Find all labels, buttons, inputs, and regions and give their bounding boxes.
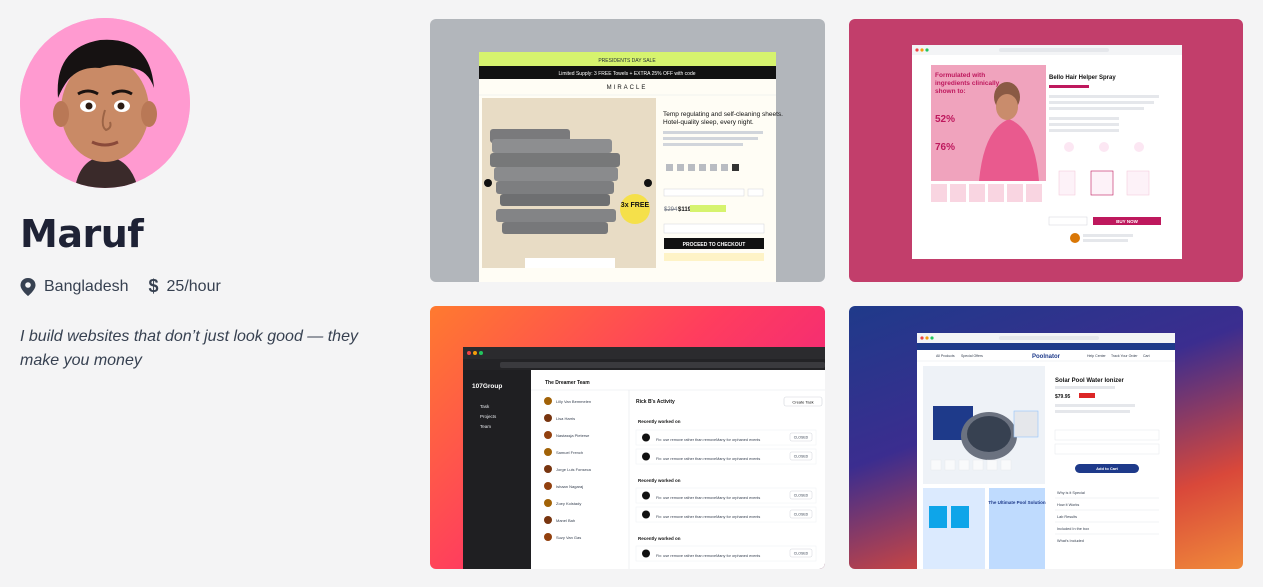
miracle-price-old: $294	[664, 207, 678, 213]
svg-text:Fix: use remove rather than re: Fix: use remove rather than removeMany f…	[656, 554, 760, 558]
svg-text:BUY NOW: BUY NOW	[1116, 219, 1138, 224]
dreamer-nav-task: Task	[480, 404, 490, 409]
location-pin-icon	[20, 277, 36, 296]
svg-text:PROCEED TO CHECKOUT: PROCEED TO CHECKOUT	[683, 242, 746, 248]
svg-text:CLOSED: CLOSED	[794, 552, 809, 556]
poolnator-side-banner: The Ultimate Pool Solution	[988, 500, 1046, 505]
bello-stat-1: 52%	[935, 114, 955, 125]
svg-text:Recently worked on: Recently worked on	[638, 478, 681, 483]
miracle-banner-sub: Limited Supply: 3 FREE Towels + EXTRA 25…	[558, 71, 695, 77]
project-screenshot-dreamer: 107Group Task Projects Team The Dreamer …	[463, 347, 825, 569]
dreamer-brand: 107Group	[472, 383, 502, 390]
bello-stat-2: 76%	[935, 142, 955, 153]
svg-text:Create Task: Create Task	[792, 400, 813, 405]
svg-text:Recently worked on: Recently worked on	[638, 536, 681, 541]
svg-text:Why is it Special: Why is it Special	[1057, 491, 1085, 495]
svg-text:CLOSED: CLOSED	[794, 494, 809, 498]
svg-text:Samuel French: Samuel French	[556, 450, 583, 455]
project-card-dreamer[interactable]: 107Group Task Projects Team The Dreamer …	[430, 306, 825, 569]
miracle-badge: 3x FREE	[621, 202, 650, 209]
dreamer-nav-team: Team	[480, 424, 491, 429]
dreamer-nav-projects: Projects	[480, 414, 497, 419]
location-text: Bangladesh	[44, 277, 129, 295]
svg-text:Special Offers: Special Offers	[961, 354, 983, 358]
project-screenshot-poolnator: All Products Special Offers Poolnator He…	[917, 333, 1175, 569]
avatar	[20, 18, 190, 188]
miracle-brand: MIRACLE	[607, 85, 648, 91]
project-card-poolnator[interactable]: All Products Special Offers Poolnator He…	[849, 306, 1243, 569]
svg-text:CLOSED: CLOSED	[794, 455, 809, 459]
svg-text:What's Included: What's Included	[1057, 539, 1084, 543]
location: Bangladesh	[20, 277, 129, 296]
bello-headline: Formulated with	[935, 72, 985, 79]
svg-text:Hotel-quality sleep, every nig: Hotel-quality sleep, every night.	[663, 119, 754, 126]
svg-text:ingredients clinically: ingredients clinically	[935, 80, 1000, 87]
profile-name: Maruf	[20, 212, 144, 256]
svg-text:How it Works: How it Works	[1057, 503, 1079, 507]
svg-text:Cart: Cart	[1143, 354, 1150, 358]
poolnator-brand: Poolnator	[1032, 354, 1061, 360]
miracle-price-new: $119	[678, 207, 692, 213]
svg-text:Lisa Harris: Lisa Harris	[556, 416, 575, 421]
bello-product-title: Bello Hair Helper Spray	[1049, 75, 1116, 81]
svg-text:shown to:: shown to:	[935, 88, 966, 95]
miracle-banner-top: PRESIDENTS DAY SALE	[598, 58, 656, 64]
svg-text:Lilly Van Bemmelen: Lilly Van Bemmelen	[556, 399, 591, 404]
project-screenshot-bello: Formulated with ingredients clinically s…	[912, 45, 1182, 259]
rate-text: 25/hour	[166, 277, 221, 295]
svg-text:Fix: use remove rather than re: Fix: use remove rather than removeMany f…	[656, 438, 760, 442]
project-screenshot-miracle: PRESIDENTS DAY SALE Limited Supply: 3 FR…	[479, 52, 783, 282]
svg-text:Jorge Luis Fonseca: Jorge Luis Fonseca	[556, 467, 592, 472]
poolnator-product-title: Solar Pool Water Ionizer	[1055, 378, 1124, 384]
project-card-bello[interactable]: Formulated with ingredients clinically s…	[849, 19, 1243, 282]
dreamer-activity-title: Rick B's Activity	[636, 399, 675, 405]
svg-text:Track Your Order: Track Your Order	[1111, 354, 1138, 358]
svg-text:Help Center: Help Center	[1087, 354, 1107, 358]
svg-text:Add to Cart: Add to Cart	[1096, 466, 1118, 471]
svg-text:Nastassja Pieterse: Nastassja Pieterse	[556, 433, 590, 438]
miracle-heading: Temp regulating and self-cleaning sheets…	[663, 111, 783, 118]
svg-text:CLOSED: CLOSED	[794, 513, 809, 517]
svg-text:Fix: use remove rather than re: Fix: use remove rather than removeMany f…	[656, 457, 760, 461]
dreamer-section-1: Recently worked on	[638, 419, 681, 424]
avatar-portrait	[20, 18, 190, 188]
svg-text:Manel Bah: Manel Bah	[556, 518, 575, 523]
svg-text:Fix: use remove rather than re: Fix: use remove rather than removeMany f…	[656, 496, 760, 500]
svg-text:Suzy Van Gas: Suzy Van Gas	[556, 535, 581, 540]
profile-panel: Maruf Bangladesh $ 25/hour I build websi…	[20, 18, 400, 373]
hourly-rate: $ 25/hour	[149, 276, 221, 297]
svg-text:Zoey Kolstady: Zoey Kolstady	[556, 501, 581, 506]
svg-text:Fix: use remove rather than re: Fix: use remove rather than removeMany f…	[656, 515, 760, 519]
svg-text:CLOSED: CLOSED	[794, 436, 809, 440]
profile-meta: Bangladesh $ 25/hour	[20, 276, 400, 297]
svg-text:Included In the box: Included In the box	[1057, 527, 1089, 531]
profile-tagline: I build websites that don’t just look go…	[20, 328, 358, 369]
project-card-miracle[interactable]: PRESIDENTS DAY SALE Limited Supply: 3 FR…	[430, 19, 825, 282]
poolnator-price: $79.95	[1055, 394, 1071, 400]
svg-text:Lab Results: Lab Results	[1057, 515, 1077, 519]
svg-text:Ishaan Nagaraj: Ishaan Nagaraj	[556, 484, 583, 489]
svg-text:All Products: All Products	[936, 354, 955, 358]
dreamer-team-title: The Dreamer Team	[545, 380, 590, 386]
dollar-icon: $	[148, 276, 159, 296]
